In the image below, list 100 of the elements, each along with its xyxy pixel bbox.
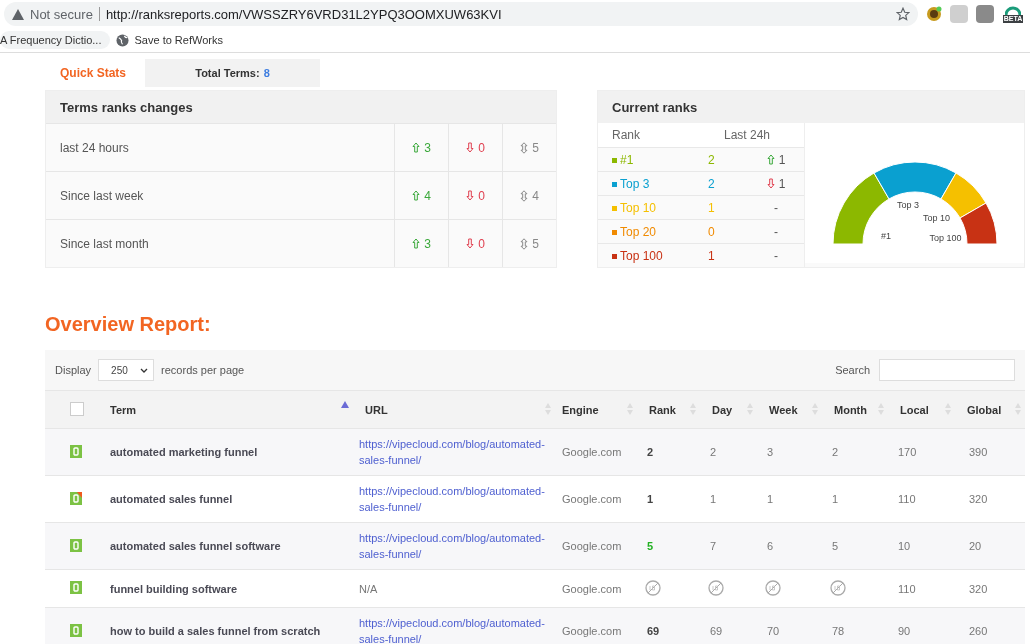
rank-change: 1 [748,176,804,191]
column-header: Rank [612,128,641,142]
column-header[interactable]: URL [355,390,555,429]
down-count: 0 [448,220,502,267]
rank-name: Top 3 [612,176,708,191]
gauge-label: #1 [880,231,891,241]
day-value: 7 [710,540,717,552]
up-count: 3 [394,124,448,171]
local-value: 90 [898,625,911,637]
rank-name: Top 20 [612,224,708,239]
local-value: 110 [898,582,916,595]
bookmark[interactable]: Save to RefWorks [115,30,231,50]
url-link[interactable]: https://vipecloud.com/blog/automated-sales-funnel/ [359,483,549,515]
rank-count: 0 [708,224,716,239]
local-value: 170 [898,446,917,458]
column-header[interactable]: Term [97,390,355,429]
search-label: Search [835,364,870,376]
gauge-label: Top 100 [928,232,961,243]
column-header[interactable]: Week [757,390,822,429]
sort-ascending-icon[interactable] [341,401,349,408]
page-size-select[interactable]: 250 [98,359,155,381]
term-text: funnel building software [110,582,238,595]
url-link[interactable]: https://vipecloud.com/blog/automated-sales-funnel/ [359,436,549,468]
address-bar[interactable]: Not secure http://ranksreports.com/VWSSZRY6VRD31L2YPQ3OOMXUW63KVI [4,2,918,26]
column-header[interactable]: Local [888,390,955,429]
local-value: 10 [898,540,911,552]
week-value: 1 [767,493,774,505]
down-arrow-icon [466,142,475,153]
global-value: 320 [969,493,988,505]
engine-text: Google.com [562,625,622,637]
up-count: 3 [394,220,448,267]
month-value: 1 [832,493,839,505]
not-ranked-icon [708,579,724,596]
rank-change: 1 [748,152,804,167]
rank-change: - [773,224,779,239]
rank-name: Top 10 [612,200,708,215]
rank-count: 1 [708,200,716,215]
column-header[interactable]: Day [700,390,757,429]
local-value: 110 [898,493,916,505]
day-value: 69 [710,625,723,637]
column-header[interactable]: Rank [637,390,700,429]
rank-count: 1 [708,248,716,263]
panel-title: Terms ranks changes [46,91,556,123]
period-label: Since last month [59,235,150,253]
unchanged-count: 5 [502,124,556,171]
panel-title: Current ranks [598,91,1024,123]
engine-text: Google.com [562,493,622,505]
global-value: 320 [969,582,988,595]
up-down-arrow-icon [520,237,529,250]
term-text: automated marketing funnel [110,446,258,458]
rank-value: 69 [647,625,660,637]
select-all-checkbox[interactable] [70,401,84,416]
day-value: 1 [710,493,717,505]
column-header: Last 24h [724,128,772,142]
search-field[interactable] [879,359,1015,381]
term-text: automated sales funnel software [110,540,281,552]
month-value: 78 [832,625,845,637]
down-arrow-icon [766,178,775,189]
week-value: 3 [767,446,774,458]
total-terms: Total Terms: 8 [145,59,320,87]
rank-count: 2 [708,152,716,167]
period-label: last 24 hours [59,139,130,157]
up-down-arrow-icon [520,141,529,154]
down-arrow-icon [466,238,475,249]
rank-value: 2 [647,446,654,458]
star-icon[interactable] [896,7,910,21]
url-link[interactable]: https://vipecloud.com/blog/automated-sales-funnel/ [359,615,549,644]
day-value: 2 [710,446,717,458]
column-header[interactable]: Month [822,390,888,429]
url-text: N/A [359,582,378,595]
month-value: 5 [832,540,839,552]
up-down-arrow-icon [520,189,529,202]
up-count: 4 [394,172,448,219]
up-arrow-icon [412,238,421,249]
not-ranked-icon [645,579,661,596]
rank-value: 1 [647,493,654,505]
unchanged-count: 4 [502,172,556,219]
global-value: 260 [969,625,988,637]
url-link[interactable]: https://vipecloud.com/blog/automated-sales-funnel/ [359,530,549,562]
rank-count: 2 [708,176,716,191]
unchanged-count: 5 [502,220,556,267]
week-value: 6 [767,540,774,552]
global-value: 390 [969,446,988,458]
period-label: Since last week [59,187,145,205]
gauge-label: Top 3 [896,200,919,210]
global-value: 20 [969,540,982,552]
column-header[interactable]: Engine [555,390,637,429]
down-count: 0 [448,124,502,171]
column-header[interactable]: Global [955,390,1025,429]
records-label: records per page [161,364,245,376]
bookmark[interactable]: A Frequency Dictio... [0,31,110,49]
rank-name: #1 [612,152,708,167]
rank-name: Top 100 [612,248,708,263]
warning-icon [12,8,24,20]
globe-icon [115,33,129,47]
extension-icon[interactable] [926,6,942,22]
month-value: 2 [832,446,839,458]
engine-text: Google.com [562,446,622,458]
week-value: 70 [767,625,780,637]
rank-change: - [773,248,779,263]
